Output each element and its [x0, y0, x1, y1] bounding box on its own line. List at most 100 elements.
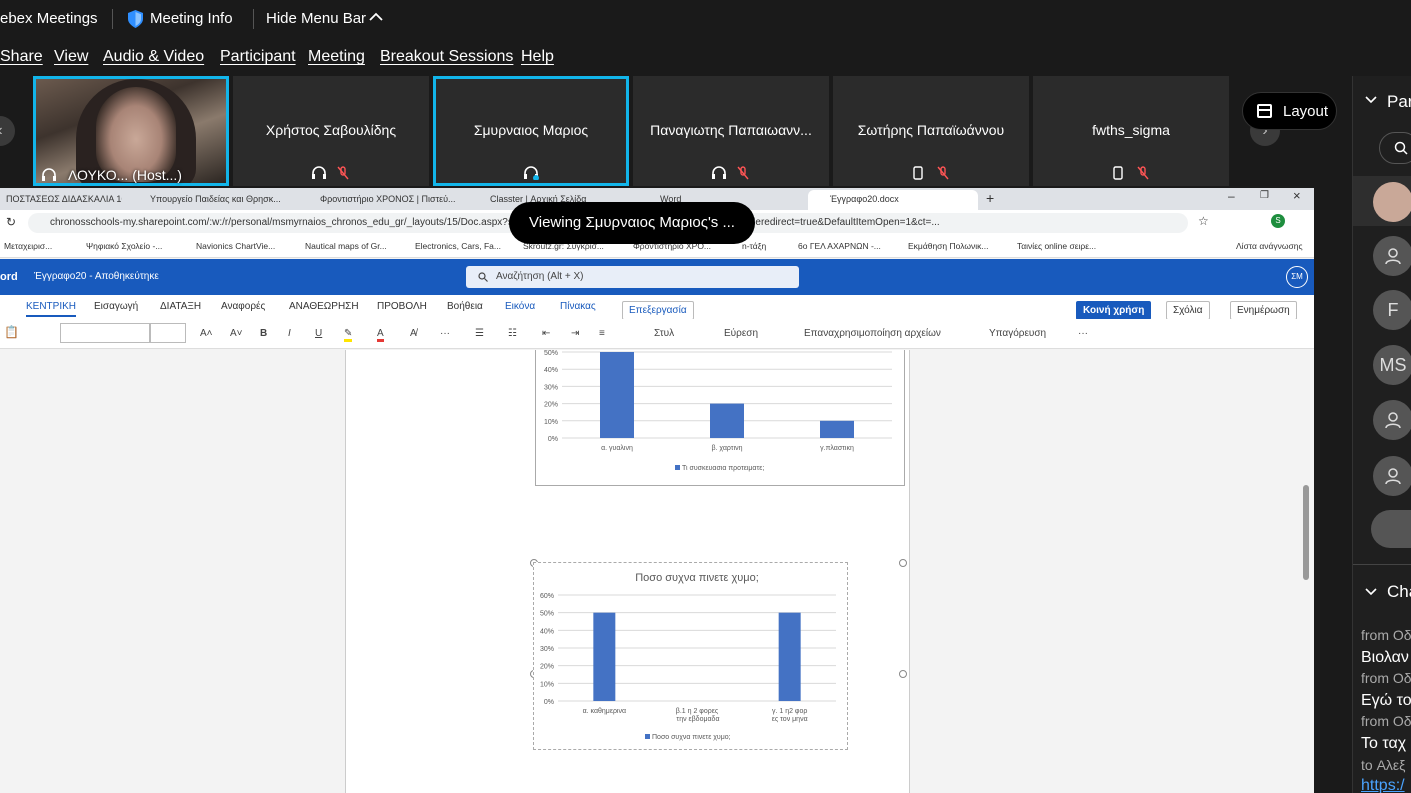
chart-container-2[interactable]: Ποσο συχνα πινετε χυμο; 0% 10% 20% 30% 40% 50%… — [533, 562, 848, 750]
more-icon[interactable]: ··· — [440, 328, 450, 339]
browser-tab[interactable]: ΠΟΣΤΑΣΕΩΣ ΔΙΔΑΣΚΑΛΙΑ 16: — [0, 190, 122, 210]
search-input[interactable]: Αναζήτηση (Alt + X) — [466, 266, 799, 288]
bookmark[interactable]: Navionics ChartVie... — [196, 241, 275, 251]
participant-search[interactable] — [1379, 132, 1411, 164]
participant-tile-active[interactable]: Σμυρναιος Μαριος — [433, 76, 629, 186]
chart-container-1[interactable]: 0% 10% 20% 30% 40% 50% α. γυαλινη β. χαρτινη γ.π… — [535, 350, 905, 486]
layout-button[interactable]: Layout — [1242, 92, 1337, 130]
clear-format-icon[interactable]: A̸ — [410, 328, 417, 339]
grow-font-icon[interactable]: A˄ — [200, 328, 213, 339]
participant-tile[interactable]: Χρήστος Σαβουλίδης — [233, 76, 429, 186]
minimize-icon[interactable]: – — [1228, 189, 1235, 203]
shrink-font-icon[interactable]: A˅ — [230, 328, 243, 339]
participant-tile[interactable]: Σωτήρης Παπαϊωάννου — [833, 76, 1029, 186]
reading-list[interactable]: Λίστα ανάγνωσης — [1236, 241, 1303, 251]
tab-review[interactable]: ΑΝΑΘΕΩΡΗΣΗ — [289, 301, 359, 312]
bookmark[interactable]: Ταινίες online σειρε... — [1017, 241, 1096, 251]
avatar — [1373, 400, 1411, 440]
font-size-select[interactable] — [150, 323, 186, 343]
phone-icon — [1113, 166, 1123, 180]
meeting-info-button[interactable]: Meeting Info — [150, 10, 233, 27]
chevron-down-icon[interactable] — [1365, 588, 1377, 596]
tab-picture[interactable]: Εικόνα — [505, 301, 535, 312]
tab-table[interactable]: Πίνακας — [560, 301, 596, 312]
participant-tile[interactable]: Παναγιωτης Παπαιωανν... — [633, 76, 829, 186]
menu-audio-video[interactable]: Audio & Video — [103, 48, 204, 66]
user-avatar[interactable]: ΣΜ — [1286, 266, 1308, 288]
hide-menu-bar-button[interactable]: Hide Menu Bar — [266, 10, 366, 27]
browser-tab[interactable]: Υπουργείο Παιδείας και Θρησκ... — [130, 190, 290, 210]
layout-label: Layout — [1283, 102, 1329, 120]
participant-tile-host[interactable]: ΛΟΥΚΟ... (Host...) — [33, 76, 229, 186]
bar — [600, 352, 634, 438]
maximize-icon[interactable]: ❐ — [1260, 190, 1269, 201]
resize-handle[interactable] — [899, 670, 907, 678]
font-color-icon[interactable]: A — [377, 328, 384, 342]
resize-handle[interactable] — [899, 559, 907, 567]
find-button[interactable]: Εύρεση — [710, 328, 758, 339]
profile-avatar[interactable]: S — [1271, 214, 1285, 228]
share-button[interactable]: Κοινή χρήση — [1076, 301, 1152, 320]
comments-button[interactable]: Σχόλια — [1166, 301, 1210, 320]
bullets-icon[interactable]: ☰ — [475, 328, 484, 339]
tab-help[interactable]: Βοήθεια — [447, 301, 483, 312]
x-tick-label: α. γυαλινη — [601, 445, 633, 452]
browser-tab-active[interactable]: Έγγραφο20.docx — [808, 190, 978, 210]
menu-meeting[interactable]: Meeting — [308, 48, 365, 66]
decrease-indent-icon[interactable]: ⇤ — [542, 328, 550, 339]
bookmark[interactable]: Εκμάθηση Πολωνικ... — [908, 241, 988, 251]
bold-icon[interactable]: B — [260, 328, 267, 339]
strip-prev-button[interactable]: ‹ — [0, 116, 15, 146]
participant-tile[interactable]: fwths_sigma — [1033, 76, 1229, 186]
scrollbar[interactable] — [1303, 485, 1309, 580]
highlight-icon[interactable]: ✎ — [344, 328, 353, 342]
align-icon[interactable]: ≡ — [599, 328, 605, 339]
dictate-button[interactable]: Υπαγόρευση — [975, 328, 1046, 339]
catch-up-button[interactable]: Ενημέρωση — [1230, 301, 1297, 320]
underline-icon[interactable]: U — [315, 328, 322, 339]
avatar: F — [1373, 290, 1411, 330]
tab-references[interactable]: Αναφορές — [221, 301, 265, 312]
tab-insert[interactable]: Εισαγωγή — [94, 301, 138, 312]
document-title[interactable]: Έγγραφο20 - Αποθηκεύτηκε — [34, 271, 159, 282]
styles-button[interactable]: Στυλ — [640, 328, 674, 339]
browser-tab[interactable]: Φροντιστήριο ΧΡΟΝΟΣ | Πιστεύ... — [300, 190, 460, 210]
new-tab-icon[interactable]: + — [986, 190, 994, 206]
close-icon[interactable]: × — [1293, 188, 1301, 203]
menu-share[interactable]: Share — [0, 48, 43, 66]
menu-view[interactable]: View — [54, 48, 88, 66]
increase-indent-icon[interactable]: ⇥ — [571, 328, 579, 339]
y-tick-label: 50% — [540, 611, 554, 618]
bookmark[interactable]: n-τάξη — [742, 241, 766, 251]
participant-name: Σμυρναιος Μαριος — [473, 122, 589, 138]
tab-view[interactable]: ΠΡΟΒΟΛΗ — [377, 301, 427, 312]
paste-icon[interactable]: 📋 — [4, 325, 19, 339]
italic-icon[interactable]: I — [288, 328, 291, 339]
bookmark[interactable]: Electronics, Cars, Fa... — [415, 241, 501, 251]
bookmark[interactable]: Ψηφιακό Σχολείο -... — [86, 241, 162, 251]
chevron-down-icon[interactable] — [1365, 96, 1377, 104]
more-options-icon[interactable]: ··· — [1078, 328, 1088, 339]
tab-home[interactable]: ΚΕΝΤΡΙΚΗ — [26, 301, 77, 317]
numbering-icon[interactable]: ☷ — [508, 328, 517, 339]
panel-button[interactable] — [1371, 510, 1411, 548]
chat-link[interactable]: https:/ — [1361, 777, 1405, 793]
y-tick-label: 30% — [544, 384, 558, 391]
menu-help[interactable]: Help — [521, 48, 554, 66]
divider — [112, 9, 113, 29]
menu-participant[interactable]: Participant — [220, 48, 296, 66]
tab-layout[interactable]: ΔΙΑΤΑΞΗ — [160, 301, 201, 312]
participant-row-self[interactable] — [1353, 176, 1411, 226]
y-tick-label: 20% — [544, 402, 558, 409]
reload-icon[interactable]: ↻ — [6, 215, 16, 229]
person-icon — [1385, 248, 1401, 265]
editing-mode-dropdown[interactable]: Επεξεργασία — [622, 301, 694, 320]
chevron-up-icon[interactable] — [369, 12, 383, 22]
reuse-files-button[interactable]: Επαναχρησιμοποίηση αρχείων — [790, 328, 941, 339]
bookmark[interactable]: Nautical maps of Gr... — [305, 241, 387, 251]
bookmark[interactable]: 6ο ΓΕΛ ΑΧΑΡΝΩΝ -... — [798, 241, 881, 251]
menu-breakout-sessions[interactable]: Breakout Sessions — [380, 48, 513, 66]
font-name-select[interactable] — [60, 323, 150, 343]
star-icon[interactable]: ☆ — [1198, 214, 1209, 228]
bookmark[interactable]: Μεταχειρισ... — [4, 241, 52, 251]
